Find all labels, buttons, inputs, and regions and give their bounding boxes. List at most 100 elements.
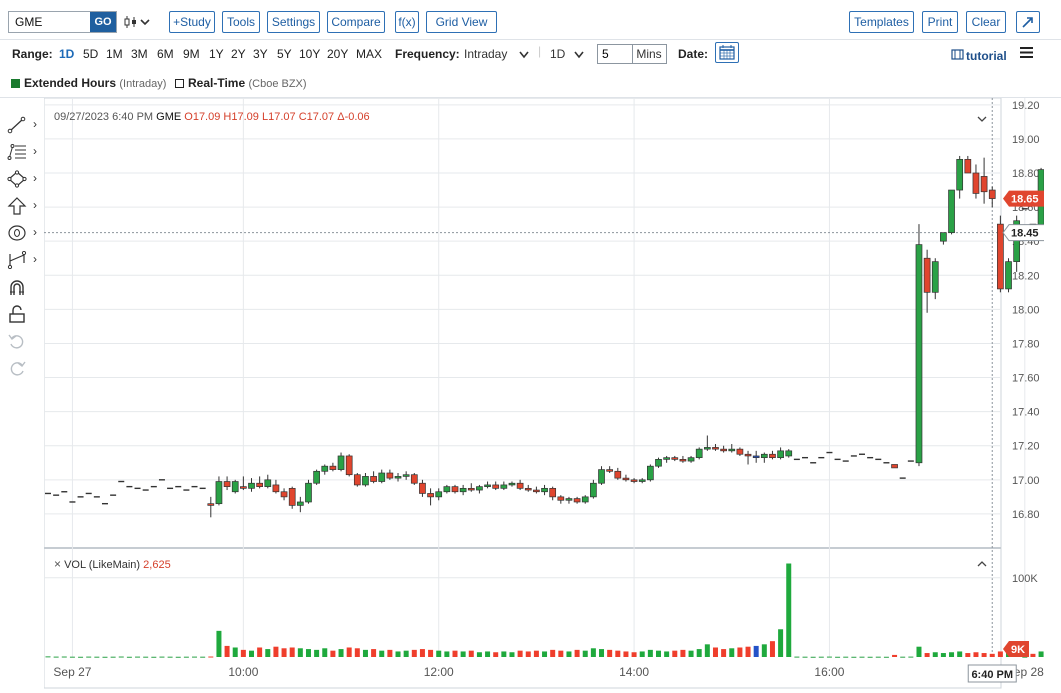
candle-body: [500, 484, 508, 489]
candle-body: [215, 481, 223, 505]
interval-amount-input[interactable]: [597, 44, 633, 64]
grid-view-button[interactable]: Grid View: [426, 11, 497, 33]
undo-icon: [8, 334, 24, 349]
candle-body: [256, 482, 263, 487]
time-axis-label: 16:00: [814, 665, 844, 679]
date-picker-button[interactable]: [715, 42, 739, 63]
volume-bar: [118, 656, 124, 658]
candle-body: [394, 476, 402, 479]
price-axis-label: 17.40: [1012, 407, 1040, 419]
real-time-checkbox[interactable]: [175, 79, 184, 88]
annotation-icon: [8, 225, 26, 241]
candle-body: [476, 486, 483, 491]
volume-bar: [224, 645, 230, 657]
real-time-legend[interactable]: Real-Time (Cboe BZX): [188, 76, 307, 90]
candle: [695, 447, 703, 460]
range-3m[interactable]: 3M: [131, 47, 148, 61]
candle-body: [655, 459, 662, 467]
volume-bar: [297, 648, 303, 657]
range-2y[interactable]: 2Y: [231, 47, 246, 61]
range-10y[interactable]: 10Y: [299, 47, 320, 61]
annotation-tool[interactable]: ›: [5, 222, 41, 244]
tools-button[interactable]: Tools: [222, 11, 260, 33]
candle-body: [997, 223, 1004, 290]
hamburger-menu-icon[interactable]: [1020, 46, 1034, 59]
range-20y[interactable]: 20Y: [327, 47, 348, 61]
price-chart[interactable]: 19.2019.0018.8018.6018.4018.2018.0017.80…: [44, 98, 1044, 690]
compare-button[interactable]: Compare: [327, 11, 385, 33]
volume-badge-label: 9K: [1011, 644, 1025, 656]
volume-bar: [558, 650, 564, 657]
volume-bar: [932, 652, 938, 657]
candle-body: [516, 482, 524, 489]
range-1d[interactable]: 1D: [59, 47, 74, 61]
candle-body: [280, 491, 288, 498]
extended-hours-legend[interactable]: Extended Hours (Intraday): [24, 76, 166, 90]
range-5d[interactable]: 5D: [83, 47, 98, 61]
shape-tool[interactable]: ›: [5, 168, 41, 190]
candle-body: [549, 487, 557, 498]
volume-info-line: × VOL (LikeMain) 2,625: [54, 557, 171, 571]
volume-bar: [704, 644, 710, 657]
go-button[interactable]: GO: [90, 12, 116, 32]
volume-bar: [468, 650, 474, 657]
candle: [948, 189, 955, 235]
chevron-down-icon: [574, 51, 584, 59]
volume-bar: [183, 656, 189, 658]
redo-tool[interactable]: [5, 357, 41, 379]
close-study-icon[interactable]: ×: [54, 557, 61, 571]
range-1m[interactable]: 1M: [106, 47, 123, 61]
price-axis-label: 17.80: [1012, 338, 1040, 350]
range-6m[interactable]: 6M: [157, 47, 174, 61]
volume-axis-label: 100K: [1012, 573, 1038, 585]
volume-bar: [175, 656, 181, 658]
volume-bar: [61, 656, 67, 658]
lock-tool[interactable]: [5, 303, 41, 325]
volume-bar: [965, 653, 971, 657]
candle: [915, 224, 923, 467]
volume-bar: [566, 651, 572, 657]
arrow-tool[interactable]: ›: [5, 195, 41, 217]
range-max[interactable]: MAX: [356, 47, 382, 61]
volume-bar: [1038, 651, 1044, 657]
tutorial-label[interactable]: tutorial: [966, 49, 1007, 63]
templates-button[interactable]: Templates: [849, 11, 914, 33]
fibonacci-tool[interactable]: ›: [5, 141, 41, 163]
chevron-right-icon: ›: [33, 225, 37, 239]
candle-body: [785, 450, 793, 457]
candle-body: [980, 176, 988, 193]
print-button[interactable]: Print: [922, 11, 958, 33]
range-5y[interactable]: 5Y: [277, 47, 292, 61]
range-1y[interactable]: 1Y: [209, 47, 224, 61]
frequency-select[interactable]: Intraday: [464, 47, 507, 61]
tutorial-link[interactable]: [951, 49, 964, 63]
chart-type-dropdown[interactable]: [124, 14, 152, 30]
undo-tool[interactable]: [5, 330, 41, 352]
add-study-button[interactable]: +Study: [169, 11, 215, 33]
measure-tool[interactable]: ›: [5, 249, 41, 271]
expand-button[interactable]: [1016, 11, 1040, 33]
candle-body: [891, 464, 898, 469]
magnet-tool[interactable]: [5, 276, 41, 298]
extended-hours-swatch[interactable]: [11, 79, 20, 88]
function-button[interactable]: f(x): [395, 11, 419, 33]
volume-bar: [737, 647, 743, 657]
symbol-input[interactable]: [9, 12, 91, 32]
candle-body: [435, 491, 443, 498]
volume-bar: [1030, 653, 1036, 657]
range-9m[interactable]: 9M: [183, 47, 200, 61]
info-low: L17.07: [261, 111, 296, 123]
line-tool[interactable]: ›: [5, 114, 41, 136]
volume-bar: [257, 647, 263, 657]
info-close: C17.07: [298, 111, 335, 123]
clear-button[interactable]: Clear: [966, 11, 1006, 33]
candle-body: [459, 487, 467, 493]
interval-select[interactable]: 1D: [550, 47, 565, 61]
candle-body: [752, 455, 760, 459]
volume-bar: [460, 651, 466, 657]
settings-button[interactable]: Settings: [267, 11, 320, 33]
range-3y[interactable]: 3Y: [253, 47, 268, 61]
candle: [288, 486, 296, 509]
candle-body: [272, 484, 280, 493]
price-axis-label: 17.00: [1012, 475, 1040, 487]
